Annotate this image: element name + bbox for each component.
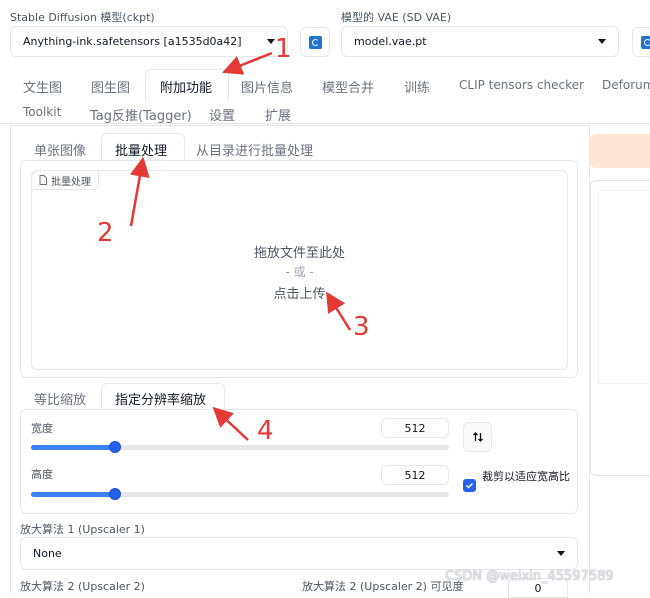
arrow-4: [218, 412, 248, 440]
annotation-3: 3: [353, 312, 370, 342]
arrow-1: [229, 53, 272, 70]
arrow-3: [330, 298, 350, 330]
watermark: CSDN @weixin_45597589: [445, 569, 614, 584]
annotation-1: 1: [275, 34, 292, 64]
annotation-arrows: [0, 0, 650, 593]
annotation-2: 2: [97, 218, 114, 248]
arrow-2: [131, 164, 142, 226]
annotation-4: 4: [257, 416, 274, 446]
